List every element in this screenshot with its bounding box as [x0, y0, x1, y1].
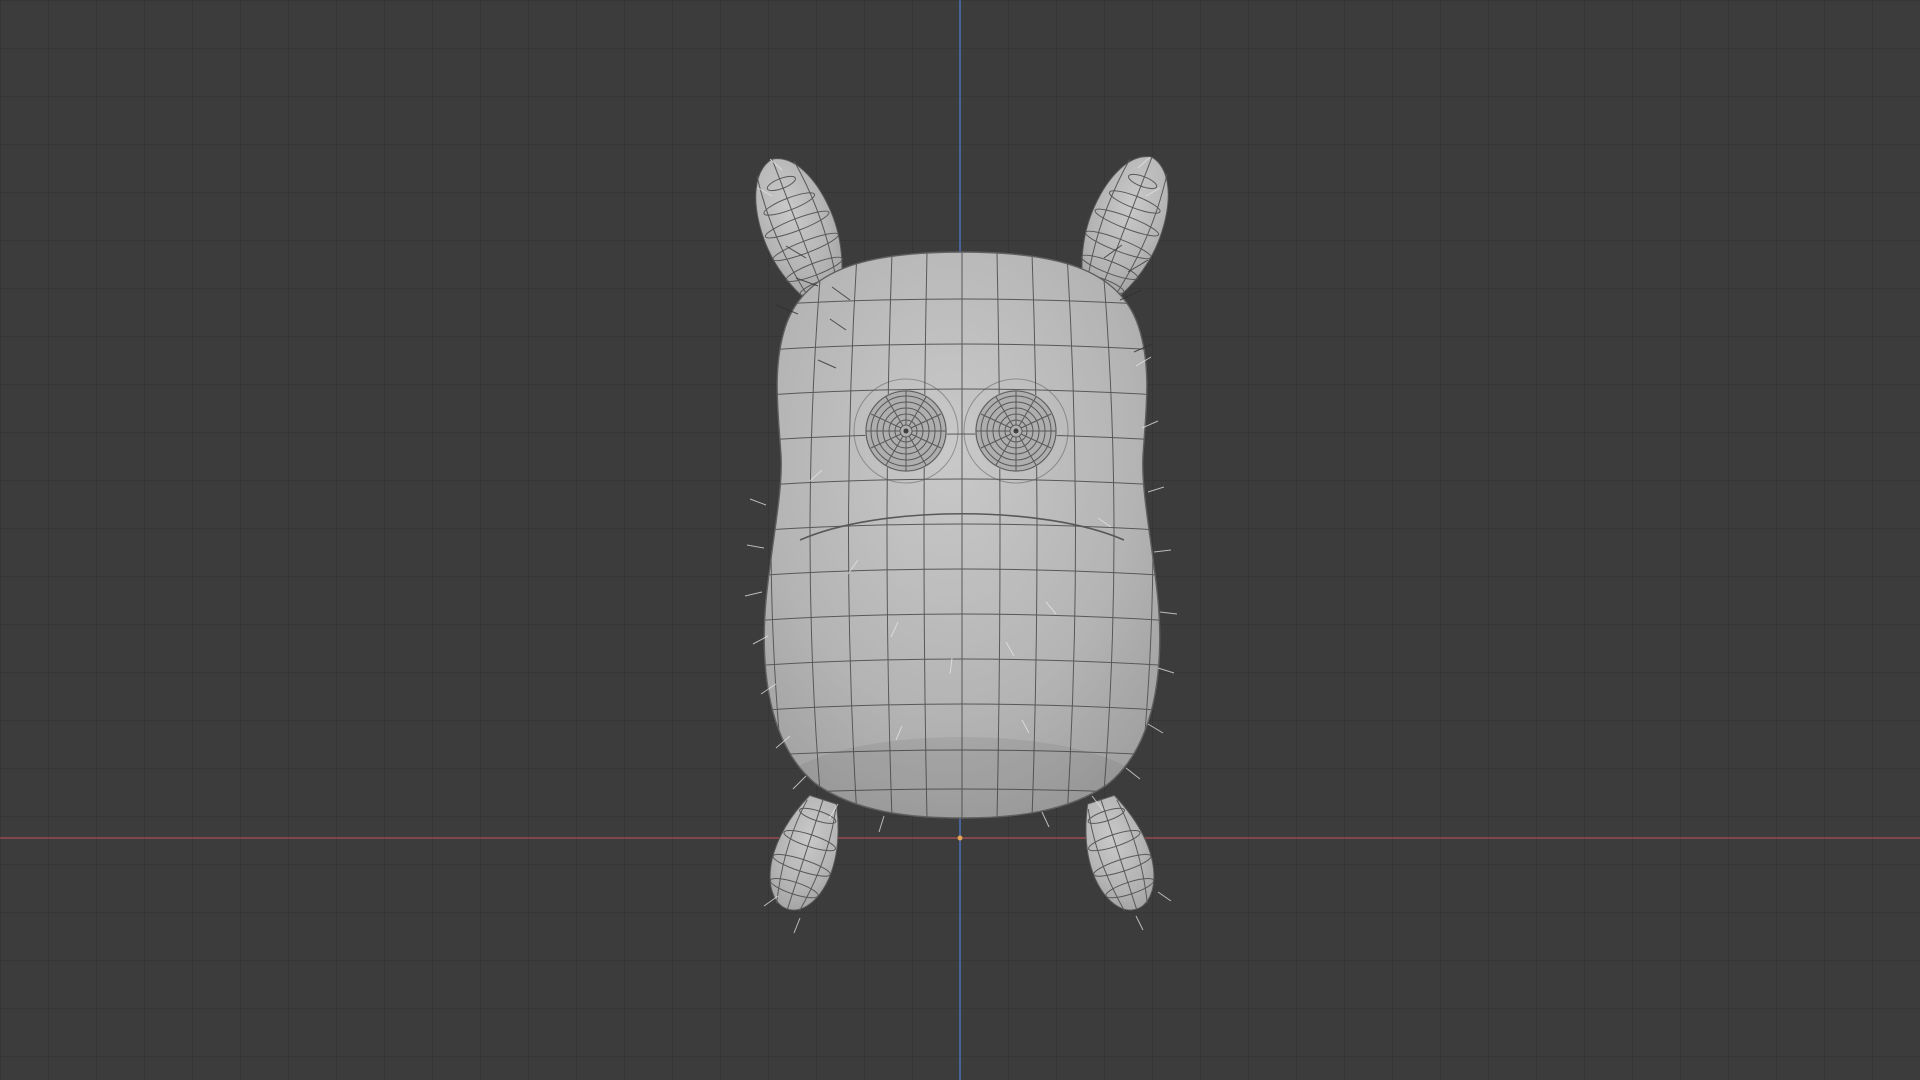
viewport-canvas[interactable] [0, 0, 1920, 1080]
creature-mesh[interactable] [738, 144, 1186, 934]
eye-left-pupil [903, 428, 909, 434]
viewport[interactable] [0, 0, 1920, 1080]
origin-dot [957, 835, 963, 841]
eye-right-pupil [1013, 428, 1019, 434]
